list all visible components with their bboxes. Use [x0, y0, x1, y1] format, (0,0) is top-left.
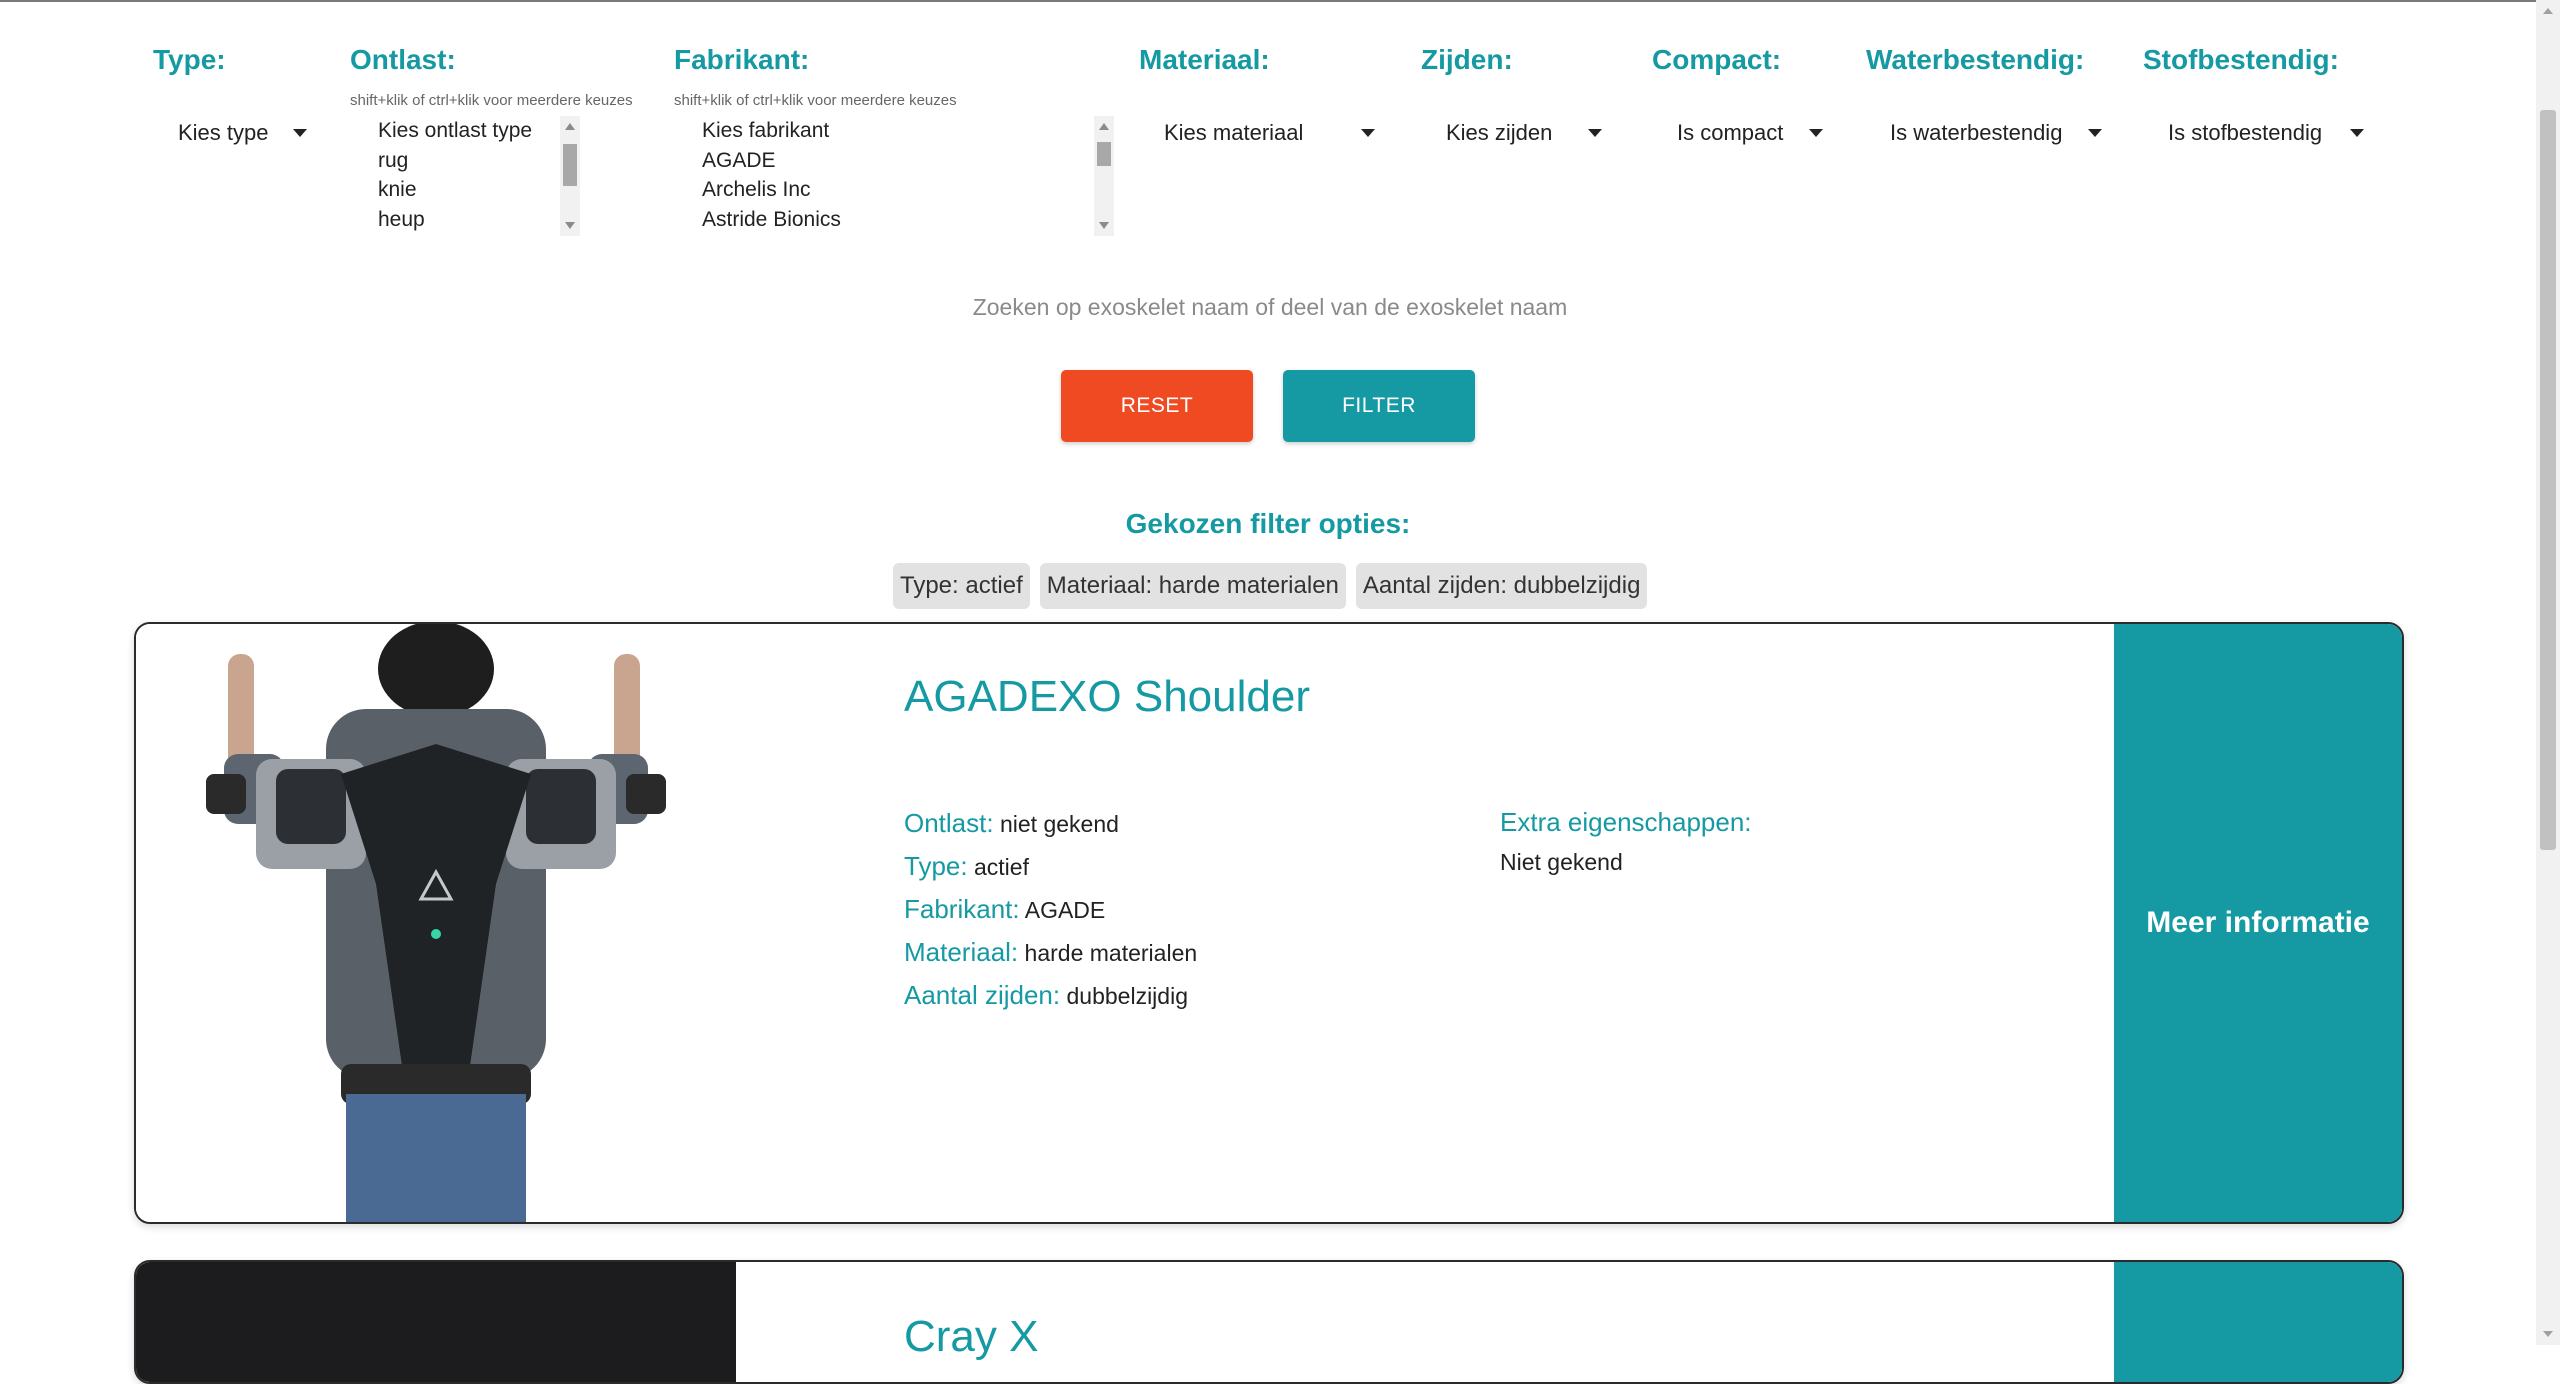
- fabrikant-option[interactable]: Archelis Inc: [674, 175, 1090, 205]
- fabrikant-listbox-scrollbar[interactable]: [1094, 116, 1114, 236]
- fabrikant-option[interactable]: AGADE: [674, 146, 1090, 176]
- chevron-down-icon: [292, 129, 307, 137]
- result-card: AGADEXO Shoulder Ontlast: niet gekend Ty…: [134, 622, 2404, 1224]
- product-image: [136, 1262, 736, 1382]
- chevron-down-icon: [1588, 129, 1603, 137]
- result-card: Cray X: [134, 1260, 2404, 1384]
- zijden-select[interactable]: Kies zijden: [1446, 116, 1603, 150]
- waterbestendig-select-value: Is waterbestendig: [1890, 120, 2063, 145]
- property-ontlast: Ontlast: niet gekend: [904, 802, 1197, 845]
- property-materiaal: Materiaal: harde materialen: [904, 931, 1197, 974]
- filter-button[interactable]: FILTER: [1283, 370, 1475, 442]
- property-value: AGADE: [1024, 897, 1106, 923]
- top-border: [0, 0, 2560, 2]
- more-info-button[interactable]: Meer informatie: [2114, 624, 2402, 1222]
- product-title[interactable]: Cray X: [904, 1312, 1038, 1362]
- property-aantal-zijden: Aantal zijden: dubbelzijdig: [904, 974, 1197, 1017]
- product-image: [136, 624, 736, 1222]
- filter-chip[interactable]: Aantal zijden: dubbelzijdig: [1355, 563, 1648, 609]
- ontlast-listbox[interactable]: Kies ontlast type rug knie heup: [350, 116, 560, 236]
- chosen-filters-title: Gekozen filter opties:: [1125, 508, 1411, 539]
- type-select[interactable]: Kies type: [178, 116, 307, 150]
- chevron-down-icon: [1361, 129, 1376, 137]
- fabrikant-multiselect-hint: shift+klik of ctrl+klik voor meerdere ke…: [674, 92, 957, 109]
- scroll-up-arrow-icon[interactable]: [565, 123, 575, 130]
- extra-properties-value: Niet gekend: [1500, 849, 1623, 875]
- compact-select[interactable]: Is compact: [1677, 116, 1824, 150]
- ontlast-option[interactable]: Kies ontlast type: [350, 116, 560, 146]
- ontlast-multiselect-hint: shift+klik of ctrl+klik voor meerdere ke…: [350, 92, 633, 109]
- ontlast-listbox-scrollbar[interactable]: [560, 116, 580, 236]
- fabrikant-option[interactable]: Kies fabrikant: [674, 116, 1090, 146]
- property-key: Ontlast:: [904, 808, 994, 838]
- extra-properties-label: Extra eigenschappen:: [1500, 807, 1752, 837]
- stofbestendig-select[interactable]: Is stofbestendig: [2168, 116, 2365, 150]
- compact-select-value: Is compact: [1677, 120, 1784, 145]
- ontlast-option[interactable]: knie: [350, 175, 560, 205]
- extra-properties: Extra eigenschappen: Niet gekend: [1500, 802, 1752, 882]
- fabrikant-option[interactable]: Astride Bionics: [674, 205, 1090, 235]
- scroll-up-arrow-icon[interactable]: [1099, 123, 1109, 130]
- scroll-down-arrow-icon[interactable]: [565, 222, 575, 229]
- fabrikant-filter-label: Fabrikant:: [674, 44, 810, 75]
- materiaal-select-value: Kies materiaal: [1164, 120, 1304, 145]
- stofbestendig-select-value: Is stofbestendig: [2168, 120, 2323, 145]
- ontlast-option[interactable]: rug: [350, 146, 560, 176]
- zijden-select-value: Kies zijden: [1446, 120, 1553, 145]
- waterbestendig-filter-label: Waterbestendig:: [1866, 44, 2085, 75]
- page-scrollbar-thumb[interactable]: [2540, 110, 2556, 850]
- scroll-down-arrow-icon[interactable]: [2543, 1331, 2553, 1337]
- scrollbar-thumb[interactable]: [563, 144, 577, 186]
- scrollbar-thumb[interactable]: [1097, 142, 1111, 166]
- fabrikant-listbox[interactable]: Kies fabrikant AGADE Archelis Inc Astrid…: [674, 116, 1090, 236]
- product-title[interactable]: AGADEXO Shoulder: [904, 672, 1310, 722]
- chosen-filter-chips: Type: actief Materiaal: harde materialen…: [893, 563, 1648, 609]
- property-value: actief: [973, 854, 1029, 880]
- chevron-down-icon: [2088, 129, 2103, 137]
- zijden-filter-label: Zijden:: [1421, 44, 1513, 75]
- property-key: Type:: [904, 851, 968, 881]
- filter-chip[interactable]: Materiaal: harde materialen: [1039, 563, 1346, 609]
- page-scrollbar[interactable]: [2536, 0, 2560, 1345]
- property-key: Materiaal:: [904, 937, 1019, 967]
- ontlast-filter-label: Ontlast:: [350, 44, 456, 75]
- compact-filter-label: Compact:: [1652, 44, 1782, 75]
- materiaal-filter-label: Materiaal:: [1139, 44, 1270, 75]
- type-filter-label: Type:: [153, 44, 226, 75]
- search-input[interactable]: [760, 286, 1780, 328]
- property-key: Fabrikant:: [904, 894, 1020, 924]
- reset-button[interactable]: RESET: [1061, 370, 1253, 442]
- stofbestendig-filter-label: Stofbestendig:: [2143, 44, 2339, 75]
- waterbestendig-select[interactable]: Is waterbestendig: [1890, 116, 2103, 150]
- scroll-down-arrow-icon[interactable]: [1099, 222, 1109, 229]
- property-fabrikant: Fabrikant: AGADE: [904, 888, 1197, 931]
- materiaal-select[interactable]: Kies materiaal: [1164, 116, 1376, 150]
- chevron-down-icon: [1809, 129, 1824, 137]
- property-key: Aantal zijden:: [904, 980, 1061, 1010]
- more-info-button[interactable]: [2114, 1262, 2402, 1382]
- property-value: niet gekend: [999, 811, 1119, 837]
- product-properties: Ontlast: niet gekend Type: actief Fabrik…: [904, 802, 1197, 1017]
- chevron-down-icon: [2350, 129, 2365, 137]
- property-value: dubbelzijdig: [1066, 983, 1188, 1009]
- ontlast-option[interactable]: heup: [350, 205, 560, 235]
- filter-chip[interactable]: Type: actief: [893, 563, 1030, 609]
- type-select-value: Kies type: [178, 120, 269, 145]
- property-type: Type: actief: [904, 845, 1197, 888]
- property-value: harde materialen: [1024, 940, 1198, 966]
- scroll-up-arrow-icon[interactable]: [2543, 8, 2553, 14]
